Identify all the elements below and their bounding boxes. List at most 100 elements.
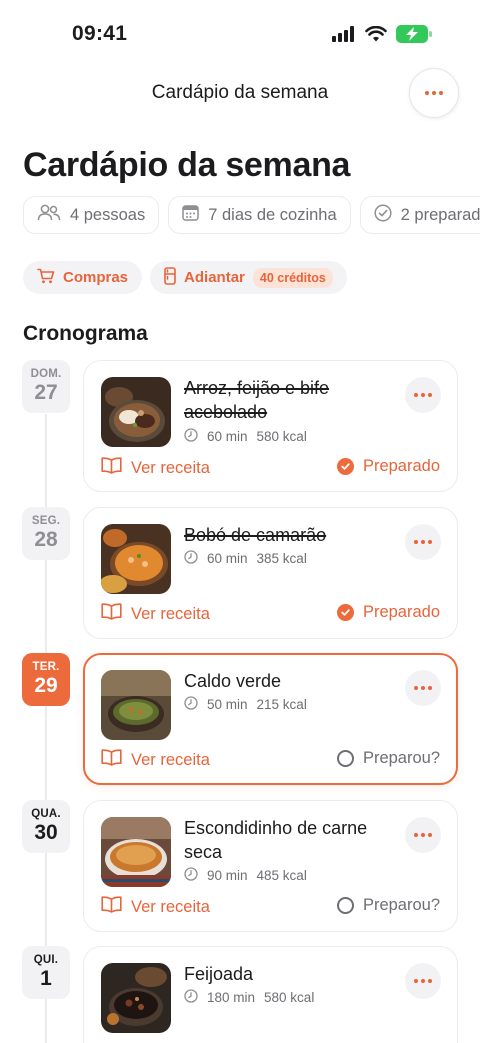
status-time: 09:41 (72, 22, 128, 45)
meal-image (101, 670, 171, 740)
page-title: Cardápio da semana (23, 146, 351, 184)
meal-time: 90 min (207, 868, 248, 883)
people-icon (37, 204, 61, 227)
chip-people: 4 pessoas (23, 196, 160, 234)
meal-more-button[interactable] (405, 817, 441, 853)
meal-time: 60 min (207, 551, 248, 566)
meal-image (101, 524, 171, 594)
meal-kcal: 215 kcal (256, 697, 307, 712)
meal-more-button[interactable] (405, 377, 441, 413)
meal-title: Caldo verde (184, 671, 282, 691)
date-badge: SEG. 28 (22, 507, 70, 560)
nav-more-button[interactable] (409, 68, 459, 118)
chip-cooking-days-label: 7 dias de cozinha (208, 205, 337, 224)
meal-card[interactable]: Bobó de camarão 60 min 385 kcal Ver rece… (83, 507, 458, 639)
schedule-title: Cronograma (23, 322, 148, 345)
meal-card[interactable]: Arroz, feijão e bife acebolado 60 min 58… (83, 360, 458, 492)
meal-time: 50 min (207, 697, 248, 712)
calendar-icon (182, 204, 199, 226)
book-icon (101, 896, 122, 918)
meal-kcal: 580 kcal (256, 429, 307, 444)
meal-more-button[interactable] (405, 670, 441, 706)
meal-kcal: 485 kcal (256, 868, 307, 883)
advance-button-label: Adiantar (184, 269, 245, 286)
prepared-question[interactable]: Preparou? (336, 749, 440, 768)
prepared-status[interactable]: Preparado (336, 457, 440, 476)
meal-kcal: 580 kcal (264, 990, 315, 1005)
clock-icon (184, 989, 198, 1006)
clock-icon (184, 428, 198, 445)
clock-icon (184, 550, 198, 567)
book-icon (101, 749, 122, 771)
date-day: 30 (34, 821, 58, 844)
shopping-button[interactable]: Compras (23, 261, 143, 294)
date-weekday: QUI. (33, 954, 59, 966)
prepared-question-label: Preparou? (362, 896, 440, 914)
date-weekday: DOM. (30, 368, 62, 380)
prepared-label: Preparado (362, 603, 440, 621)
wifi-icon (365, 25, 387, 47)
view-recipe-link[interactable]: Ver receita (101, 896, 210, 918)
meal-kcal: 385 kcal (256, 551, 307, 566)
cart-icon (37, 268, 55, 288)
view-recipe-link[interactable]: Ver receita (101, 749, 210, 771)
view-recipe-link[interactable]: Ver receita (101, 603, 210, 625)
date-weekday: SEG. (31, 515, 61, 527)
date-badge: QUI. 1 (22, 946, 70, 999)
meal-more-button[interactable] (405, 524, 441, 560)
date-badge-today: TER. 29 (22, 653, 70, 706)
date-weekday: QUA. (31, 808, 61, 820)
meal-title: Bobó de camarão (184, 525, 327, 545)
meal-time: 180 min (207, 990, 256, 1005)
meal-title: Arroz, feijão e bife acebolado (184, 378, 330, 422)
meal-card-today[interactable]: Caldo verde 50 min 215 kcal Ver receita … (83, 653, 458, 785)
meal-card[interactable]: Feijoada 180 min 580 kcal (83, 946, 458, 1043)
fridge-icon (164, 266, 176, 289)
date-day: 29 (34, 674, 58, 697)
prepared-status[interactable]: Preparado (336, 603, 440, 622)
book-icon (101, 457, 122, 479)
meal-title: Feijoada (184, 964, 254, 984)
date-day: 28 (34, 528, 58, 551)
view-recipe-label: Ver receita (131, 604, 210, 623)
info-chip-row[interactable]: 4 pessoas 7 dias de cozinha 2 preparados (23, 196, 480, 236)
view-recipe-label: Ver receita (131, 458, 210, 477)
empty-circle-icon (336, 750, 354, 767)
date-badge: QUA. 30 (22, 800, 70, 853)
advance-button[interactable]: Adiantar 40 créditos (150, 261, 347, 294)
meal-image (101, 963, 171, 1033)
chip-prepared: 2 preparados (359, 196, 480, 234)
meal-meta: 60 min 580 kcal (184, 428, 307, 445)
status-icons (332, 25, 432, 48)
prepared-label: Preparado (362, 457, 440, 475)
cellular-signal-icon (332, 26, 356, 47)
view-recipe-link[interactable]: Ver receita (101, 457, 210, 479)
meal-image (101, 377, 171, 447)
ellipsis-icon (414, 979, 432, 983)
meal-card[interactable]: Escondidinho de carne seca 90 min 485 kc… (83, 800, 458, 932)
ellipsis-icon (414, 833, 432, 837)
meal-more-button[interactable] (405, 963, 441, 999)
ellipsis-icon (414, 393, 432, 397)
view-recipe-label: Ver receita (131, 750, 210, 769)
prepared-question[interactable]: Preparou? (336, 896, 440, 915)
date-day: 27 (34, 381, 58, 404)
meal-meta: 90 min 485 kcal (184, 867, 307, 884)
clock-icon (184, 696, 198, 713)
check-circle-icon (336, 458, 354, 475)
clock-icon (184, 867, 198, 884)
date-day: 1 (40, 967, 52, 990)
meal-meta: 50 min 215 kcal (184, 696, 307, 713)
check-circle-icon (374, 203, 392, 227)
prepared-question-label: Preparou? (362, 749, 440, 767)
meal-image (101, 817, 171, 887)
shopping-button-label: Compras (63, 269, 129, 286)
date-weekday: TER. (32, 661, 60, 673)
date-badge: DOM. 27 (22, 360, 70, 413)
view-recipe-label: Ver receita (131, 897, 210, 916)
status-bar: 09:41 (0, 0, 480, 64)
meal-time: 60 min (207, 429, 248, 444)
empty-circle-icon (336, 897, 354, 914)
nav-title: Cardápio da semana (151, 82, 329, 103)
book-icon (101, 603, 122, 625)
